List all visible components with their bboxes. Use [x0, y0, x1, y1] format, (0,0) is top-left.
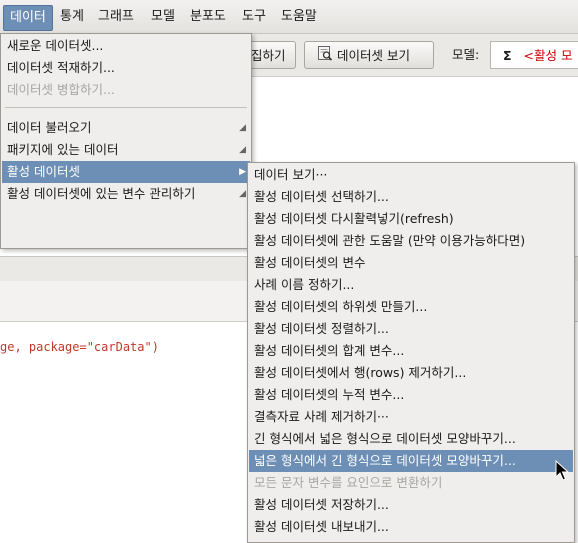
menu-item-import-data-label: 데이터 불러오기	[7, 120, 92, 135]
menu-separator	[5, 107, 247, 108]
menu-item-refresh-dataset[interactable]: 활성 데이터셋 다시활력넣기(refresh)	[249, 208, 573, 230]
active-dataset-submenu: 데이터 보기··· 활성 데이터셋 선택하기... 활성 데이터셋 다시활력넣기…	[247, 162, 575, 543]
menu-item-import-data[interactable]: 데이터 불러오기 ◢	[2, 117, 250, 139]
menu-item-active-dataset[interactable]: 활성 데이터셋 ▶	[2, 161, 250, 183]
model-label: 모델:	[452, 47, 480, 62]
menu-item-export-dataset[interactable]: 활성 데이터셋 내보내기...	[249, 516, 573, 538]
menu-item-convert-character-to-factor: 모든 문자 변수를 요인으로 변환하기	[254, 475, 443, 490]
model-value: <활성 모	[523, 48, 573, 63]
mouse-cursor-icon	[555, 459, 570, 485]
menu-item-merge-datasets: 데이터셋 병합하기...	[7, 82, 115, 97]
menu-item-remove-rows[interactable]: 활성 데이터셋에서 행(rows) 제거하기...	[249, 362, 573, 384]
model-selector[interactable]: Σ <활성 모	[490, 41, 578, 69]
edit-dataset-label: 집하기	[251, 48, 286, 63]
menu-item-set-case-names[interactable]: 사례 이름 정하기...	[249, 274, 573, 296]
menu-models[interactable]: 모델	[145, 5, 181, 29]
menu-item-manage-variables-label: 활성 데이터셋에 있는 변수 관리하기	[7, 186, 196, 201]
submenu-arrow-icon: ◢	[239, 145, 246, 155]
menu-item-new-dataset[interactable]: 새로운 데이터셋...	[2, 35, 250, 57]
menu-item-remove-missing[interactable]: 결측자료 사례 제거하기···	[249, 406, 573, 428]
menu-bar: 데이터 통계 그래프 모델 분포도 도구 도움말	[0, 0, 578, 34]
submenu-arrow-icon: ◢	[239, 189, 246, 199]
menu-item-save-dataset[interactable]: 활성 데이터셋 저장하기...	[249, 494, 573, 516]
view-dataset-button[interactable]: 데이터셋 보기	[304, 41, 434, 69]
menu-help[interactable]: 도움말	[275, 5, 323, 29]
menu-distributions[interactable]: 분포도	[184, 5, 232, 29]
menu-statistics[interactable]: 통계	[54, 5, 90, 29]
data-menu: 새로운 데이터셋... 데이터셋 적재하기... 데이터셋 병합하기... 데이…	[0, 33, 252, 249]
menu-item-stack-variables[interactable]: 활성 데이터셋의 누적 변수...	[249, 384, 573, 406]
menu-item-subset-dataset[interactable]: 활성 데이터셋의 하위셋 만들기...	[249, 296, 573, 318]
menu-item-select-active-dataset[interactable]: 활성 데이터셋 선택하기...	[249, 186, 573, 208]
menu-item-aggregate-variables[interactable]: 활성 데이터셋의 합계 변수...	[249, 340, 573, 362]
menu-item-active-dataset-label: 활성 데이터셋	[7, 164, 80, 179]
menu-item-data-in-packages[interactable]: 패키지에 있는 데이터 ◢	[2, 139, 250, 161]
menu-tools[interactable]: 도구	[236, 5, 272, 29]
console-code-line: ge, package="carData")	[0, 340, 159, 354]
menu-item-dataset-variables[interactable]: 활성 데이터셋의 변수	[249, 252, 573, 274]
view-dataset-icon	[317, 43, 333, 71]
view-dataset-label: 데이터셋 보기	[337, 48, 410, 63]
menu-item-view-data[interactable]: 데이터 보기···	[249, 164, 573, 186]
submenu-arrow-icon: ▶	[239, 167, 246, 177]
menu-graphs[interactable]: 그래프	[92, 5, 140, 29]
menu-item-data-in-packages-label: 패키지에 있는 데이터	[7, 142, 119, 157]
submenu-arrow-icon: ◢	[239, 123, 246, 133]
menu-item-reshape-wide-to-long[interactable]: 넓은 형식에서 긴 형식으로 데이터셋 모양바꾸기...	[249, 450, 573, 472]
menu-data[interactable]: 데이터	[3, 5, 53, 31]
menu-item-load-dataset[interactable]: 데이터셋 적재하기...	[2, 57, 250, 79]
menu-item-manage-variables[interactable]: 활성 데이터셋에 있는 변수 관리하기 ◢	[2, 183, 250, 205]
menu-item-dataset-help[interactable]: 활성 데이터셋에 관한 도움말 (만약 이용가능하다면)	[249, 230, 573, 252]
sigma-icon: Σ	[503, 48, 512, 63]
menu-item-reshape-long-to-wide[interactable]: 긴 형식에서 넓은 형식으로 데이터셋 모양바꾸기...	[249, 428, 573, 450]
menu-item-sort-dataset[interactable]: 활성 데이터셋 정렬하기...	[249, 318, 573, 340]
